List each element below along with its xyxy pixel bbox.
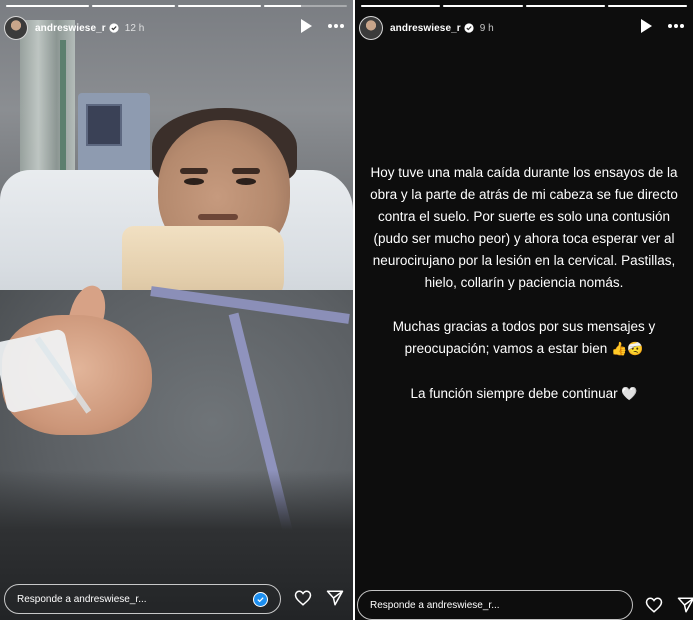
story-right[interactable]: andreswiese_r 9 h Hoy tuve una mala caíd…	[355, 0, 693, 620]
username[interactable]: andreswiese_r	[390, 23, 461, 34]
story-photo	[0, 0, 353, 620]
story-header: andreswiese_r 12 h	[0, 14, 353, 42]
play-icon[interactable]	[639, 18, 653, 34]
story-time: 9 h	[479, 22, 494, 34]
progress-segment	[525, 5, 605, 7]
avatar[interactable]	[359, 16, 383, 40]
story-text: Hoy tuve una mala caída durante los ensa…	[365, 162, 683, 428]
reply-input[interactable]: Responde a andreswiese_r...	[4, 584, 281, 614]
progress-segment	[264, 5, 347, 7]
username[interactable]: andreswiese_r	[35, 23, 106, 34]
story-paragraph: Muchas gracias a todos por sus mensajes …	[365, 316, 683, 361]
story-paragraph: La función siempre debe continuar 🤍	[365, 383, 683, 406]
progress-segment	[443, 5, 523, 7]
thumbs-up-injured-emoji: 👍🤕	[611, 342, 644, 357]
play-icon[interactable]	[299, 18, 313, 34]
verified-badge-icon	[109, 23, 119, 33]
heart-icon[interactable]	[294, 589, 312, 607]
heart-icon[interactable]	[645, 596, 663, 614]
avatar[interactable]	[4, 16, 28, 40]
progress-segment	[178, 5, 261, 7]
story-header: andreswiese_r 9 h	[355, 14, 693, 42]
reply-placeholder: Responde a andreswiese_r...	[370, 599, 500, 611]
story-left[interactable]: andreswiese_r 12 h Responde a andreswies…	[0, 0, 353, 620]
progress-segment	[92, 5, 175, 7]
more-icon[interactable]	[667, 23, 685, 29]
white-heart-emoji: 🤍	[621, 387, 638, 402]
story-progress	[6, 5, 347, 7]
story-progress	[361, 5, 687, 7]
progress-segment	[6, 5, 89, 7]
story-paragraph: Hoy tuve una mala caída durante los ensa…	[370, 165, 678, 290]
reply-placeholder: Responde a andreswiese_r...	[17, 593, 147, 605]
story-time: 12 h	[124, 22, 145, 34]
send-icon[interactable]	[326, 589, 344, 607]
check-icon	[253, 592, 268, 607]
progress-segment	[607, 5, 687, 7]
reply-input[interactable]: Responde a andreswiese_r...	[357, 590, 633, 620]
verified-badge-icon	[464, 23, 474, 33]
send-icon[interactable]	[677, 596, 693, 614]
progress-segment	[361, 5, 441, 7]
more-icon[interactable]	[327, 23, 345, 29]
story-paragraph-text: La función siempre debe continuar	[410, 386, 618, 401]
